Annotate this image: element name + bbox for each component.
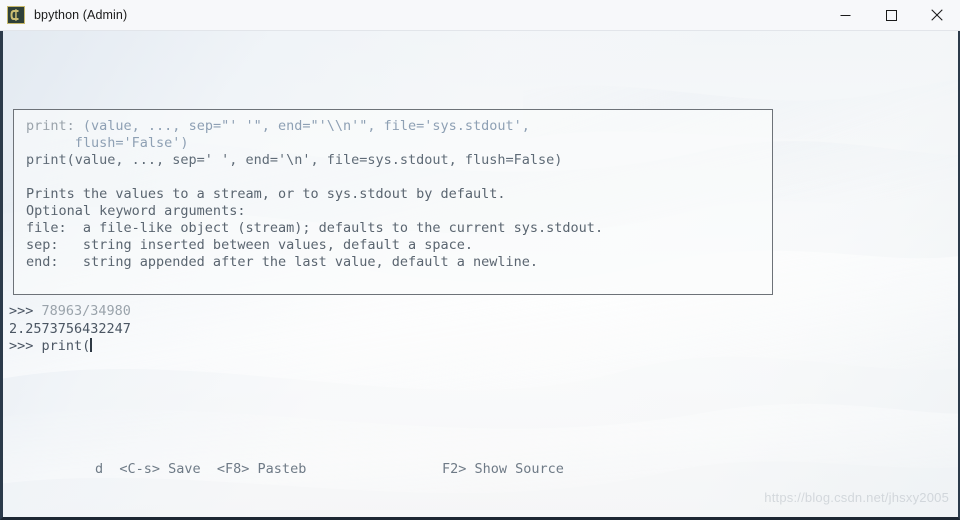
docstring-token: Prints the values to a stream, or to sys… — [26, 186, 506, 202]
bpython-logo-icon — [7, 6, 25, 24]
title-bar-left: bpython (Admin) — [0, 6, 822, 24]
docstring-token: (value, ..., sep="' '", end="'\\n'", fil… — [82, 118, 530, 134]
docstring-token: file: a file-like object (stream); defau… — [26, 220, 604, 236]
terminal-surface[interactable]: print: (value, ..., sep="' '", end="'\\n… — [0, 31, 960, 520]
minimize-button[interactable] — [822, 0, 868, 31]
docstring-token: flush='False') — [26, 135, 189, 151]
close-button[interactable] — [914, 0, 960, 31]
docstring-line: file: a file-like object (stream); defau… — [26, 220, 762, 237]
docstring-token: Optional keyword arguments: — [26, 203, 246, 219]
docstring-token: print: — [26, 118, 83, 134]
repl-history[interactable]: >>> 78963/34980 2.2573756432247 >>> prin… — [9, 303, 889, 356]
docstring-line: end: string appended after the last valu… — [26, 254, 762, 271]
repl-prompt: >>> — [9, 338, 42, 354]
repl-output-line: 2.2573756432247 — [9, 321, 889, 339]
status-bar-shortcuts-left[interactable]: d <C-s> Save <F8> Pasteb — [95, 459, 306, 479]
repl-prompt: >>> — [9, 303, 42, 319]
window-title: bpython (Admin) — [34, 8, 128, 22]
close-icon — [931, 9, 943, 21]
repl-input-text: print( — [41, 338, 91, 354]
docstring-token: sep: string inserted between values, def… — [26, 237, 474, 253]
docstring-blank-line — [26, 169, 762, 186]
docstring-token: print(value, ..., sep=' ', end='\n', fil… — [26, 152, 563, 168]
repl-input-text: 78963/34980 — [41, 303, 131, 319]
status-bar-shortcuts-right[interactable]: F2> Show Source — [442, 459, 564, 479]
docstring-line: sep: string inserted between values, def… — [26, 237, 762, 254]
text-cursor — [90, 338, 92, 352]
docstring-token: end: string appended after the last valu… — [26, 254, 539, 270]
status-bar: d <C-s> Save <F8> Pasteb F2> Show Source — [3, 459, 958, 479]
bpython-window: bpython (Admin) print: (value, ..., sep=… — [0, 0, 960, 520]
minimize-icon — [840, 14, 850, 16]
docstring-box: print: (value, ..., sep="' '", end="'\\n… — [13, 109, 773, 295]
docstring-line: Optional keyword arguments: — [26, 203, 762, 220]
title-bar: bpython (Admin) — [0, 0, 960, 31]
repl-input-line: >>> 78963/34980 — [9, 303, 889, 321]
docstring-line: print(value, ..., sep=' ', end='\n', fil… — [26, 152, 762, 169]
window-controls — [822, 0, 960, 31]
watermark: https://blog.csdn.net/jhsxy2005 — [764, 490, 949, 505]
maximize-icon — [885, 9, 897, 21]
repl-active-input-line[interactable]: >>> print( — [9, 338, 889, 356]
docstring-line: print: (value, ..., sep="' '", end="'\\n… — [26, 118, 762, 135]
docstring-line: Prints the values to a stream, or to sys… — [26, 186, 762, 203]
maximize-button[interactable] — [868, 0, 914, 31]
docstring-line: flush='False') — [26, 135, 762, 152]
repl-output-text: 2.2573756432247 — [9, 320, 131, 337]
